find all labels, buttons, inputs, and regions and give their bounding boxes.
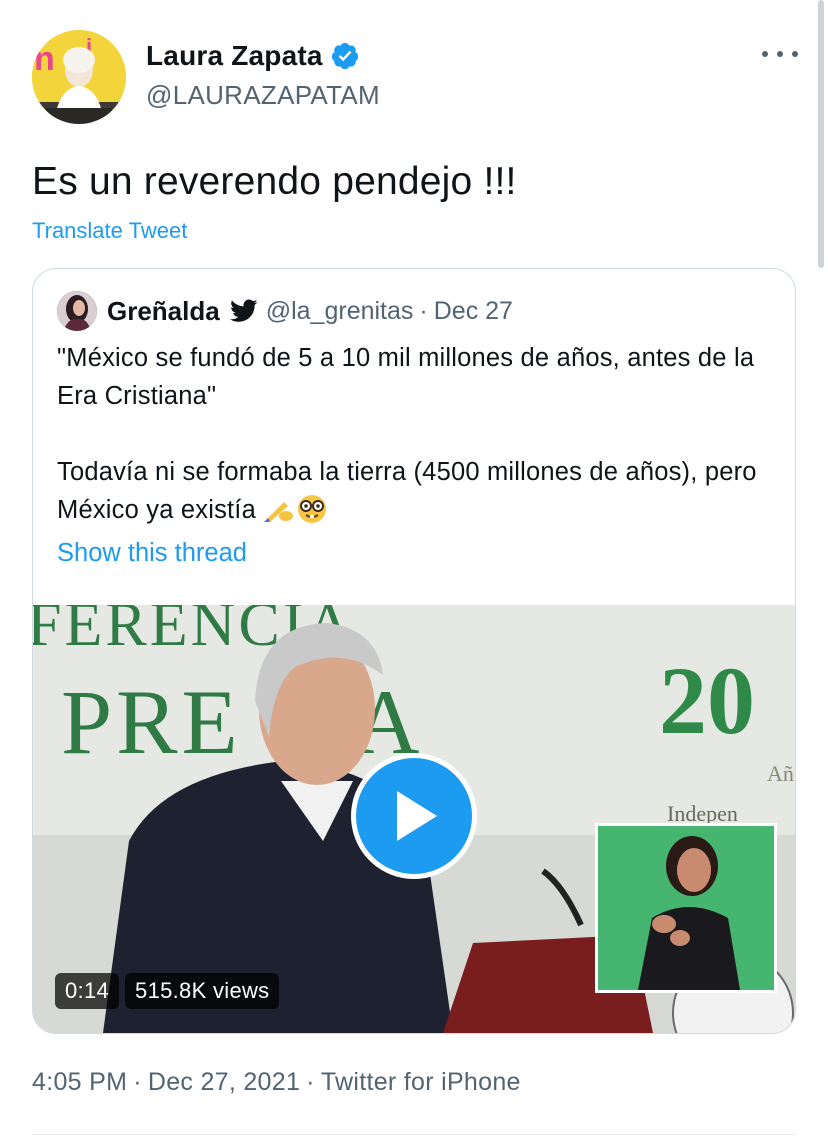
quoted-tweet-header: Greñalda @la_grenitas · Dec 27: [57, 291, 513, 331]
tweet-client[interactable]: Twitter for iPhone: [321, 1068, 521, 1096]
quoted-tweet-text: "México se fundó de 5 a 10 mil millones …: [57, 339, 777, 535]
twitter-bird-icon: [229, 299, 258, 322]
author-name[interactable]: Laura Zapata: [146, 40, 323, 72]
play-icon: [397, 791, 437, 841]
quoted-line-2-container: Todavía ni se formaba la tierra (4500 mi…: [57, 453, 777, 535]
more-dot-icon: [777, 51, 783, 57]
name-row: Laura Zapata: [146, 40, 360, 72]
quoted-author-handle[interactable]: @la_grenitas: [266, 297, 414, 326]
svg-text:n: n: [34, 40, 55, 78]
tweet-timestamp: 4:05 PM · Dec 27, 2021 · Twitter for iPhone: [32, 1068, 521, 1097]
author-handle[interactable]: @LAURAZAPATAM: [146, 80, 380, 111]
quoted-author-name[interactable]: Greñalda: [107, 296, 220, 327]
backdrop-text-mid: PRE: [61, 671, 242, 773]
tweet-time[interactable]: 4:05 PM: [32, 1068, 127, 1096]
quoted-line-2: Todavía ni se formaba la tierra (4500 mi…: [57, 458, 757, 524]
header-separator: ·: [419, 296, 428, 325]
backdrop-number: 20: [659, 647, 755, 754]
divider: [32, 1134, 796, 1135]
more-dot-icon: [792, 51, 798, 57]
video-views: 515.8K views: [125, 973, 280, 1009]
sign-language-inset: [595, 823, 777, 993]
tweet-date[interactable]: Dec 27, 2021: [148, 1068, 300, 1096]
quoted-avatar[interactable]: [57, 291, 97, 331]
video-player[interactable]: FERENCIA PRE A 20 Añ Indepen 0:14 515.8K…: [33, 605, 795, 1033]
meta-separator: ·: [133, 1068, 142, 1096]
video-info: 0:14 515.8K views: [55, 973, 280, 1009]
quoted-date[interactable]: Dec 27: [434, 297, 513, 326]
quoted-tweet-card[interactable]: Greñalda @la_grenitas · Dec 27 "México s…: [32, 268, 796, 1034]
video-duration: 0:14: [55, 973, 120, 1009]
quoted-line-1: "México se fundó de 5 a 10 mil millones …: [57, 344, 755, 410]
scrollbar-thumb[interactable]: [818, 0, 824, 268]
tweet-header: n i Laura Zapata @LAURAZAPATAM: [32, 30, 802, 126]
avatar[interactable]: n i: [32, 30, 126, 124]
verified-badge-icon: [331, 42, 358, 70]
tweet-text: Es un reverendo pendejo !!!: [32, 160, 517, 203]
play-button[interactable]: [351, 753, 477, 879]
meta-separator: ·: [306, 1068, 315, 1096]
writing-hand-nerd-face-emoji: [262, 494, 328, 535]
more-dot-icon: [762, 51, 768, 57]
more-options-button[interactable]: [762, 44, 798, 64]
translate-tweet-link[interactable]: Translate Tweet: [32, 218, 187, 244]
backdrop-small-2: Añ: [767, 761, 794, 786]
show-thread-link[interactable]: Show this thread: [57, 539, 247, 568]
